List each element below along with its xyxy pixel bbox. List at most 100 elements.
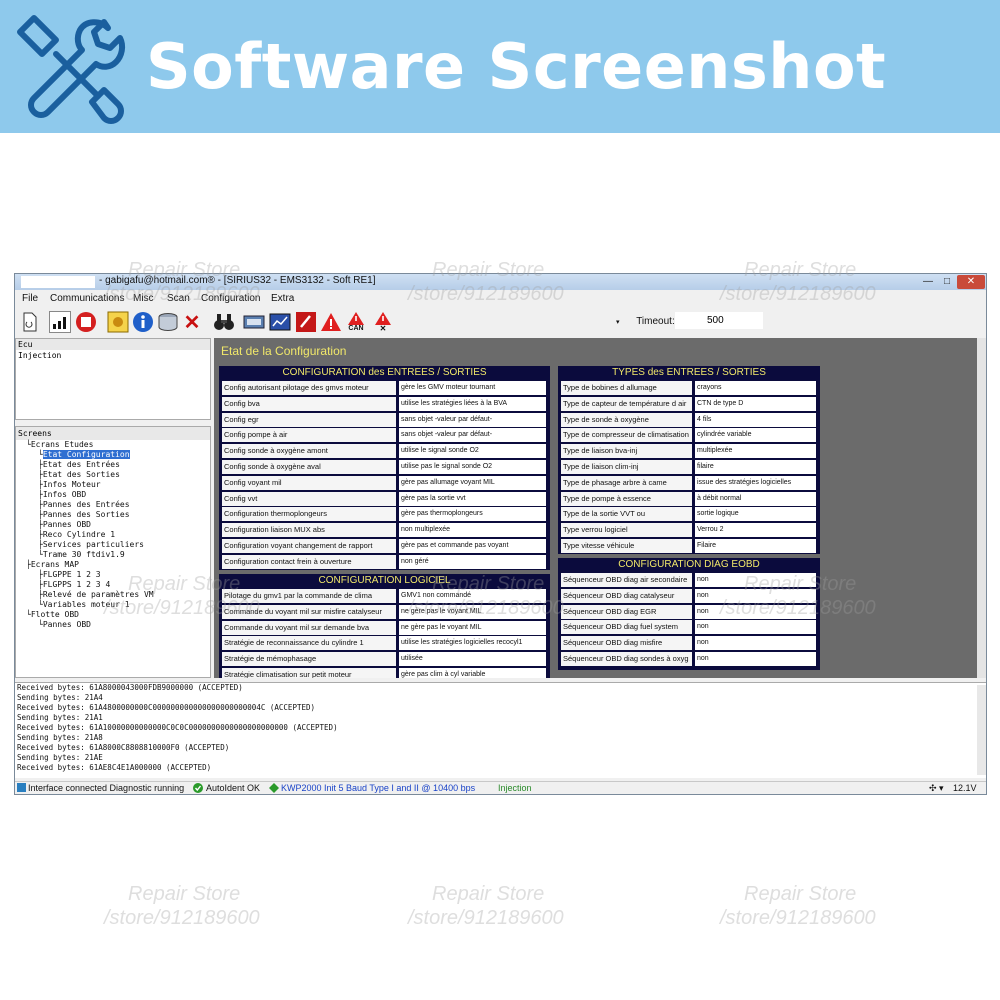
ecu-list-item[interactable]: Injection: [16, 350, 210, 361]
config-label: Séquenceur OBD diag misfire: [561, 636, 692, 651]
signal-bars-icon[interactable]: [49, 311, 71, 333]
tree-node[interactable]: ├Infos OBD: [16, 490, 210, 500]
maximize-button[interactable]: □: [938, 275, 956, 289]
pencil-icon[interactable]: [295, 311, 317, 333]
tree-node[interactable]: ├Pannes des Entrées: [16, 500, 210, 510]
config-label: Config sonde à oxygène aval: [222, 459, 396, 474]
config-value: gère pas thermoplongeurs: [399, 507, 546, 522]
config-row: Stratégie climatisation sur petit moteur…: [219, 667, 550, 678]
tree-node[interactable]: ├Ecrans MAP: [16, 560, 210, 570]
voltage-readout: 12.1V: [953, 783, 977, 793]
log-scrollbar[interactable]: [977, 685, 986, 775]
screen-grid-icon[interactable]: [269, 311, 291, 333]
config-row: Type vitesse véhicule Filaire: [558, 538, 820, 554]
check-icon: [193, 783, 203, 794]
config-row: Commande du voyant mil sur demande bva ne…: [219, 620, 550, 636]
tree-node[interactable]: └Flotte OBD: [16, 610, 210, 620]
log-line: Sending bytes: 21A1: [17, 713, 103, 722]
config-label: Séquenceur OBD diag sondes à oxyg: [561, 651, 692, 666]
config-value: utilisée: [399, 652, 546, 667]
config-value: GMV1 non commandé: [399, 589, 546, 603]
config-value: Verrou 2: [695, 523, 816, 538]
config-value: utilise les stratégies logicielles recoc…: [399, 636, 546, 651]
config-value: multiplexée: [695, 444, 816, 459]
tree-node[interactable]: ├Services particuliers: [16, 540, 210, 550]
config-label: Config pompe à air: [222, 428, 396, 443]
config-value: CTN de type D: [695, 396, 816, 411]
config-value: non multiplexée: [399, 523, 546, 538]
menu-extra[interactable]: Extra: [271, 293, 294, 304]
menu-scan[interactable]: Scan: [167, 293, 190, 304]
tree-node[interactable]: ├Infos Moteur: [16, 480, 210, 490]
ecu-status: Injection: [498, 783, 532, 793]
config-row: Config sonde à oxygène aval utilise pas l…: [219, 459, 550, 475]
cancel-x-icon[interactable]: ✕: [181, 311, 203, 334]
can-label: CAN: [348, 324, 364, 332]
screenshot-root: Software Screenshot - gabigafu@hotmail.c…: [0, 0, 1000, 1000]
menu-configuration[interactable]: Configuration: [201, 293, 260, 304]
status-bar: Interface connected Diagnostic running A…: [15, 781, 986, 794]
sw-config-title: CONFIGURATION LOGICIEL: [318, 575, 451, 586]
config-row: Type verrou logiciel Verrou 2: [558, 522, 820, 538]
menu-bar: File Communications Misc Scan Configurat…: [15, 292, 986, 306]
menu-file[interactable]: File: [22, 293, 38, 304]
config-row: Séquenceur OBD diag catalyseur non: [558, 588, 820, 604]
config-value: gère pas la sortie vvt: [399, 491, 546, 506]
config-value: utilise pas le signal sonde O2: [399, 459, 546, 474]
tree-node[interactable]: ├FLGPPS 1 2 3 4: [16, 580, 210, 590]
config-row: Type de liaison bva-inj multiplexée: [558, 443, 820, 459]
tree-node[interactable]: └Pannes OBD: [16, 620, 210, 630]
tree-node[interactable]: └Ecrans Etudes: [16, 440, 210, 450]
menu-communications[interactable]: Communications: [50, 293, 124, 304]
keyboard-device-icon[interactable]: [243, 311, 265, 333]
config-label: Type de la sortie VVT ou: [561, 507, 692, 522]
config-value: 4 fils: [695, 412, 816, 427]
config-row: Config vvt gère pas la sortie vvt: [219, 491, 550, 507]
toolbar: ✕ CAN ✕ ▾ Timeout: 500: [15, 308, 986, 336]
warning-icon[interactable]: [320, 311, 342, 333]
config-row: Séquenceur OBD diag EGR non: [558, 604, 820, 620]
tree-node[interactable]: └Variables moteur 1: [16, 600, 210, 610]
tree-node[interactable]: ├Relevé de paramètres VM: [16, 590, 210, 600]
config-row: Type de sonde à oxygène 4 fils: [558, 412, 820, 428]
tree-node[interactable]: ├Etat des Entrées: [16, 460, 210, 470]
wrench-screwdriver-icon: [17, 15, 126, 124]
config-value: gère pas allumage voyant MIL: [399, 475, 546, 490]
config-value: crayons: [695, 381, 816, 395]
tree-node[interactable]: ├Reco Cylindre 1: [16, 530, 210, 540]
eobd-config-title: CONFIGURATION DIAG EOBD: [618, 559, 760, 570]
database-icon[interactable]: [157, 311, 179, 333]
tree-node[interactable]: ├Etat des Sorties: [16, 470, 210, 480]
close-button[interactable]: ✕: [957, 275, 985, 289]
title-bar: - gabigafu@hotmail.com® - [SIRIUS32 - EM…: [15, 274, 986, 290]
screens-tree: └Ecrans Etudes └Etat Configuration ├Etat…: [16, 440, 210, 630]
io-config-title: CONFIGURATION des ENTREES / SORTIES: [282, 367, 487, 378]
binoculars-icon[interactable]: [213, 311, 235, 333]
log-line: Sending bytes: 21A8: [17, 733, 103, 742]
tree-node[interactable]: ├FLGPPE 1 2 3: [16, 570, 210, 580]
config-label: Commande du voyant mil sur misfire catal…: [222, 604, 396, 619]
stop-icon[interactable]: [75, 311, 97, 333]
config-label: Type de pompe à essence: [561, 491, 692, 506]
info-icon[interactable]: [132, 311, 154, 333]
config-label: Type de sonde à oxygène: [561, 412, 692, 427]
config-value: sortie logique: [695, 507, 816, 522]
timeout-input[interactable]: 500: [675, 312, 763, 329]
document-icon[interactable]: [19, 311, 41, 333]
banner-title: Software Screenshot: [146, 30, 887, 103]
can-warning-icon[interactable]: CAN: [345, 311, 367, 333]
config-label: Type de capteur de température d air: [561, 396, 692, 411]
log-line: Received bytes: 61A4800000000C0000000000…: [17, 703, 316, 712]
tree-node[interactable]: ├Pannes OBD: [16, 520, 210, 530]
config-label: Type de liaison bva-inj: [561, 444, 692, 459]
ecu-chip-icon[interactable]: [107, 311, 129, 333]
tree-node[interactable]: ├Pannes des Sorties: [16, 510, 210, 520]
clear-warning-icon[interactable]: ✕: [372, 311, 394, 333]
tree-node[interactable]: └Trame 30 ftdiv1.9: [16, 550, 210, 560]
tree-node-selected[interactable]: └Etat Configuration: [16, 450, 210, 460]
main-scrollbar[interactable]: [977, 338, 986, 678]
interface-icon: [17, 783, 26, 794]
menu-misc[interactable]: Misc: [133, 293, 154, 304]
minimize-button[interactable]: —: [919, 275, 937, 289]
ecu-panel: Ecu Injection: [15, 338, 211, 420]
